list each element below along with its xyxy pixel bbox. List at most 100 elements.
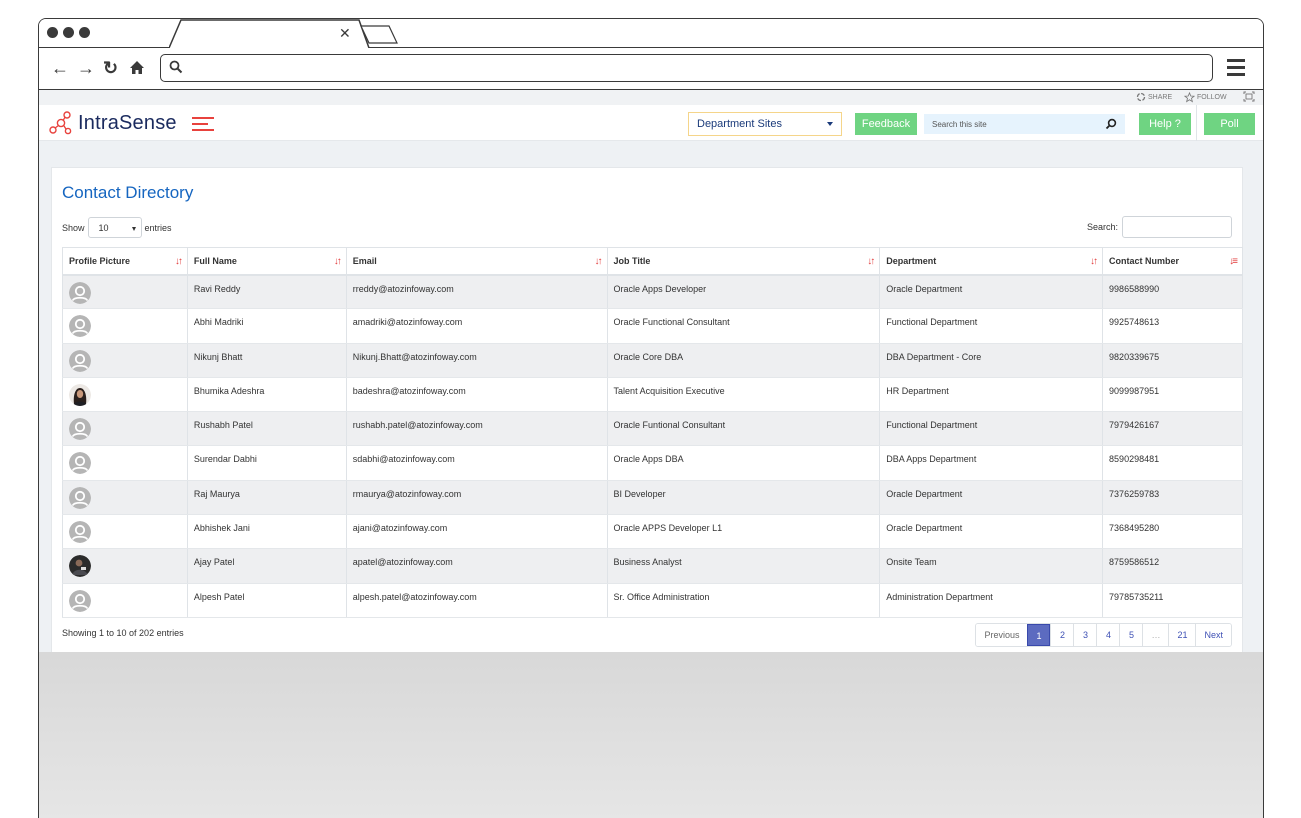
default-avatar-icon [69,452,91,475]
full-name-cell: Rushabh Patel [186,411,347,447]
email-cell[interactable]: rreddy@atozinfoway.com [345,274,608,310]
column-header-email[interactable]: Email ↓↑ [345,247,608,276]
department-sites-dropdown[interactable]: Department Sites [688,112,842,136]
email-cell[interactable]: Nikunj.Bhatt@atozinfoway.com [345,343,608,378]
search-icon [169,60,183,74]
profile-picture-cell [62,274,188,310]
browser-tab[interactable]: ✕ [169,19,370,48]
sort-icon[interactable]: ↓↑ [334,256,342,267]
full-name-cell: Abhishek Jani [186,514,347,550]
page-button[interactable]: 3 [1073,624,1097,646]
page-length-select[interactable]: 10 [87,217,142,238]
contact-table: Profile Picture ↓↑ Full Name ↓↑ Email ↓↑ Jo… [62,247,1243,618]
close-icon[interactable]: ✕ [339,25,351,42]
column-header-department[interactable]: Department ↓↑ [879,247,1104,276]
page-background-lower [39,652,1263,818]
browser-titlebar: ✕ [39,19,1263,48]
table-row[interactable]: Bhumika Adeshra badeshra@atozinfoway.com T… [62,377,1243,413]
column-header-job-title[interactable]: Job Title ↓↑ [606,247,881,276]
job-title-cell: Oracle Funtional Consultant [606,411,881,447]
reload-icon[interactable]: ↻ [103,58,118,78]
share-link[interactable]: SHARE [1136,92,1172,102]
table-row[interactable]: Abhi Madriki amadriki@atozinfoway.com Orac… [62,308,1243,344]
window-dot[interactable] [79,27,90,38]
job-title-cell: Oracle APPS Developer L1 [606,514,881,550]
star-icon [1184,92,1195,103]
poll-button[interactable]: Poll [1204,113,1255,135]
feedback-button[interactable]: Feedback [855,113,917,135]
share-label: SHARE [1148,93,1173,101]
table-search: Search: [1087,216,1232,238]
search-icon[interactable] [1105,118,1117,130]
table-row[interactable]: Abhishek Jani ajani@atozinfoway.com Oracle… [62,514,1243,550]
job-title-cell: Sr. Office Administration [606,583,881,618]
job-title-cell: BI Developer [606,480,881,516]
table-row[interactable]: Ravi Reddy rreddy@atozinfoway.com Oracle A… [62,274,1243,310]
default-avatar-icon [69,418,91,441]
previous-page-button[interactable]: Previous [976,624,1028,646]
column-header-full-name[interactable]: Full Name ↓↑ [186,247,347,276]
table-row[interactable]: Raj Maurya rmaurya@atozinfoway.com BI Deve… [62,480,1243,516]
job-title-cell: Oracle Core DBA [606,343,881,378]
department-cell: HR Department [879,377,1104,413]
full-name-cell: Surendar Dabhi [186,445,347,481]
hamburger-icon[interactable] [1227,59,1245,80]
sort-icon[interactable]: ↓↑ [175,256,183,267]
next-page-button[interactable]: Next [1195,624,1231,646]
page-button[interactable]: 2 [1050,624,1074,646]
sort-icon[interactable]: ↓↑ [867,256,875,267]
url-input[interactable] [189,57,1199,79]
table-row[interactable]: Rushabh Patel rushabh.patel@atozinfoway.c… [62,411,1243,447]
profile-picture-cell [62,411,188,447]
table-row[interactable]: Surendar Dabhi sdabhi@atozinfoway.com Orac… [62,445,1243,481]
help-button[interactable]: Help ? [1139,113,1191,135]
window-dot[interactable] [63,27,74,38]
intrasense-logo[interactable]: IntraSense [49,111,177,135]
site-search-input[interactable] [924,114,1099,135]
job-title-cell: Talent Acquisition Executive [606,377,881,413]
email-cell[interactable]: alpesh.patel@atozinfoway.com [345,583,608,618]
table-info: Showing 1 to 10 of 202 entries [62,628,184,638]
default-avatar-icon [69,486,91,509]
new-tab-button[interactable] [359,23,401,45]
chevron-down-icon [827,122,833,126]
department-cell: Administration Department [879,583,1104,618]
page-button[interactable]: 21 [1168,624,1196,646]
table-search-input[interactable] [1122,216,1232,238]
email-cell[interactable]: amadriki@atozinfoway.com [345,308,608,344]
fullscreen-icon[interactable] [1243,91,1255,102]
sort-icon[interactable]: ↓↑ [1090,256,1098,267]
home-icon[interactable] [129,60,145,75]
full-name-cell: Ravi Reddy [186,274,347,310]
pagination-ellipsis: … [1142,624,1169,646]
email-cell[interactable]: rushabh.patel@atozinfoway.com [345,411,608,447]
pagination: Previous 1 2 3 4 5 … 21 Next [975,623,1232,647]
page-button[interactable]: 1 [1027,624,1051,646]
window-dot[interactable] [47,27,58,38]
column-label: Department [886,255,937,266]
table-row[interactable]: Alpesh Patel alpesh.patel@atozinfoway.com… [62,583,1243,618]
forward-arrow-icon[interactable]: → [77,58,95,78]
email-cell[interactable]: rmaurya@atozinfoway.com [345,480,608,516]
sort-desc-icon[interactable]: ↓≡ [1229,256,1238,267]
page-button[interactable]: 5 [1119,624,1143,646]
sort-icon[interactable]: ↓↑ [595,256,603,267]
follow-link[interactable]: FOLLOW [1184,92,1227,103]
email-cell[interactable]: ajani@atozinfoway.com [345,514,608,550]
email-cell[interactable]: sdabhi@atozinfoway.com [345,445,608,481]
menu-toggle-icon[interactable] [192,117,214,135]
column-header-contact-number[interactable]: Contact Number ↓≡ [1102,247,1243,276]
email-cell[interactable]: apatel@atozinfoway.com [345,548,608,584]
table-row[interactable]: Ajay Patel apatel@atozinfoway.com Business… [62,548,1243,584]
back-arrow-icon[interactable]: ← [51,58,69,78]
column-header-profile-picture[interactable]: Profile Picture ↓↑ [62,247,188,276]
column-label: Profile Picture [69,255,131,266]
full-name-cell: Alpesh Patel [186,583,347,618]
email-cell[interactable]: badeshra@atozinfoway.com [345,377,608,413]
department-cell: Functional Department [879,308,1104,344]
page-button[interactable]: 4 [1096,624,1120,646]
column-label: Full Name [193,255,237,266]
address-bar[interactable] [160,54,1213,82]
department-cell: DBA Department - Core [879,343,1104,378]
table-row[interactable]: Nikunj Bhatt Nikunj.Bhatt@atozinfoway.com… [62,343,1243,378]
